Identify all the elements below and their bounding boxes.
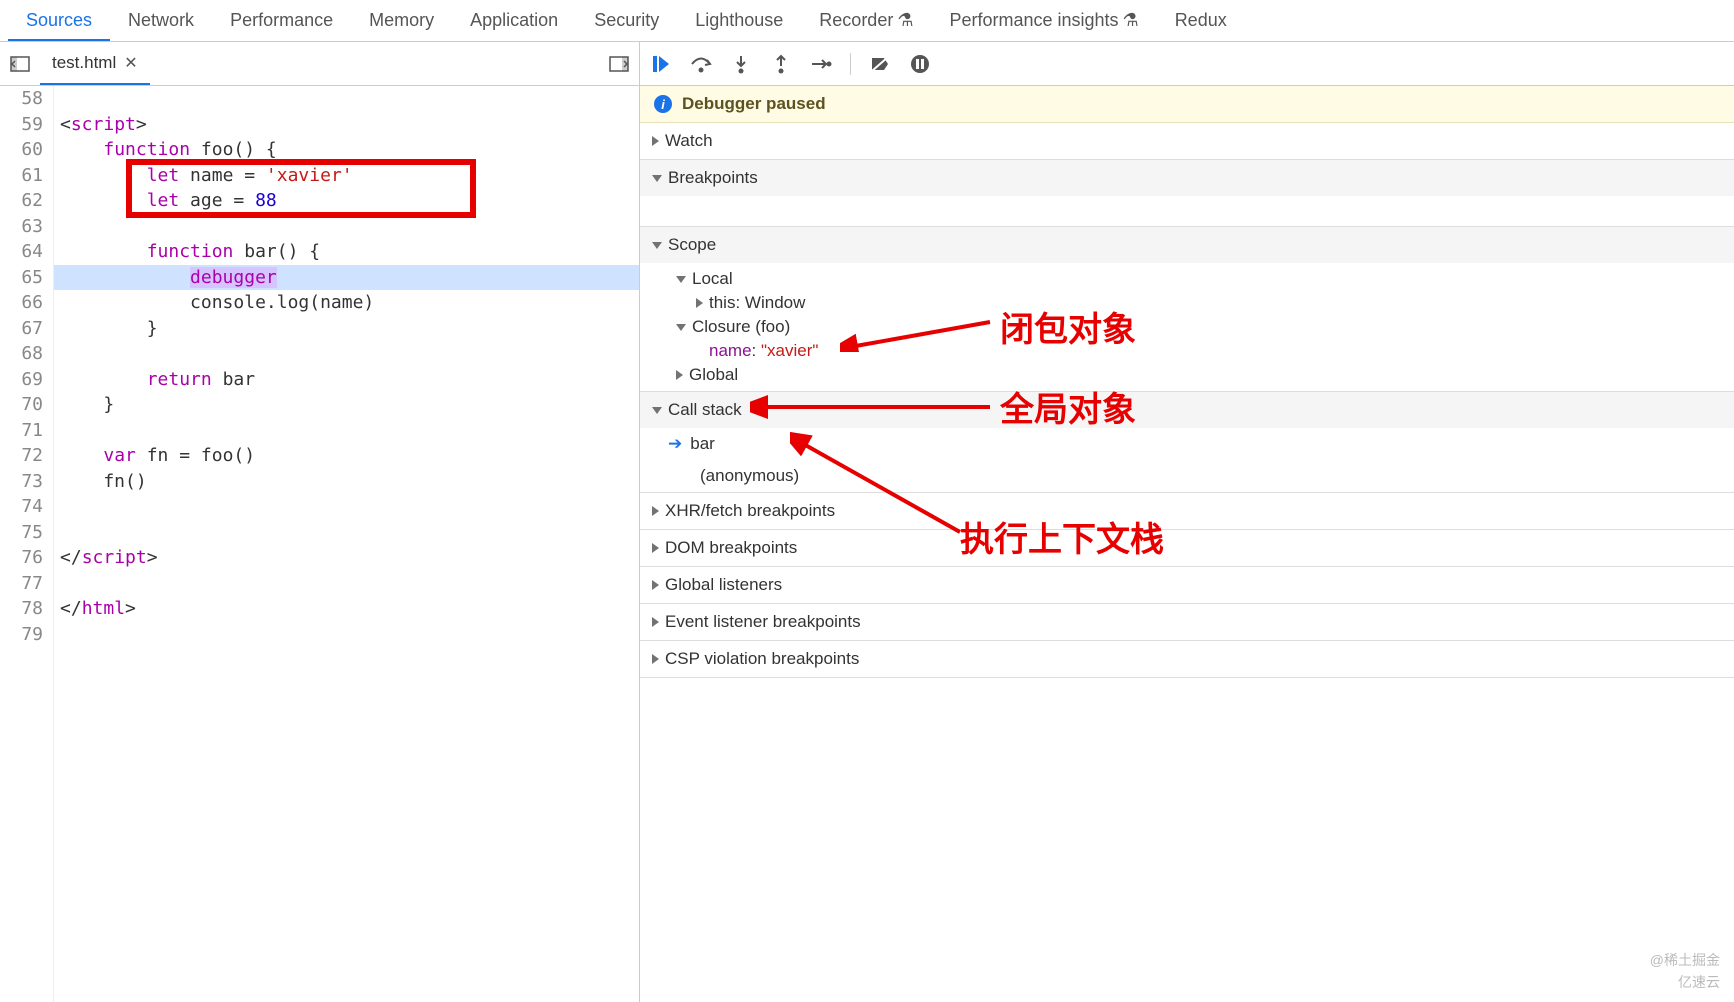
tab-network[interactable]: Network	[110, 0, 212, 41]
beaker-icon: ⚗	[1123, 10, 1139, 31]
watch-panel-header[interactable]: Watch	[640, 123, 1734, 159]
tab-performance-insights[interactable]: Performance insights⚗	[931, 0, 1156, 41]
tab-redux[interactable]: Redux	[1157, 0, 1245, 41]
callstack-panel-header[interactable]: Call stack	[640, 392, 1734, 428]
tab-application[interactable]: Application	[452, 0, 576, 41]
scope-closure[interactable]: Closure (foo)	[668, 315, 1722, 339]
resume-icon[interactable]	[650, 53, 672, 75]
step-out-icon[interactable]	[770, 53, 792, 75]
debugger-pane: i Debugger paused Watch Breakpoints Scop…	[640, 42, 1734, 1002]
scope-panel-header[interactable]: Scope	[640, 227, 1734, 263]
tab-sources[interactable]: Sources	[8, 0, 110, 41]
devtools-tabs: Sources Network Performance Memory Appli…	[0, 0, 1734, 42]
toggle-navigator-icon[interactable]	[6, 50, 34, 78]
source-pane: test.html ✕ 5859606162636465666768697071…	[0, 42, 640, 1002]
step-into-icon[interactable]	[730, 53, 752, 75]
watermark-1: @稀土掘金	[1650, 950, 1720, 970]
scope-global[interactable]: Global	[668, 363, 1722, 387]
csp-panel-header[interactable]: CSP violation breakpoints	[640, 641, 1734, 677]
dom-panel-header[interactable]: DOM breakpoints	[640, 530, 1734, 566]
line-gutter: 5859606162636465666768697071727374757677…	[0, 86, 54, 1002]
pause-exceptions-icon[interactable]	[909, 53, 931, 75]
step-over-icon[interactable]	[690, 53, 712, 75]
toggle-debugger-icon[interactable]	[605, 50, 633, 78]
code-editor[interactable]: 5859606162636465666768697071727374757677…	[0, 86, 639, 1002]
paused-label: Debugger paused	[682, 94, 826, 114]
tab-security[interactable]: Security	[576, 0, 677, 41]
tab-performance[interactable]: Performance	[212, 0, 351, 41]
file-bar: test.html ✕	[0, 42, 639, 86]
step-icon[interactable]	[810, 53, 832, 75]
close-icon[interactable]: ✕	[124, 53, 137, 73]
callstack-bar[interactable]: ➔bar	[640, 428, 1734, 460]
tab-recorder[interactable]: Recorder⚗	[801, 0, 931, 41]
deactivate-breakpoints-icon[interactable]	[869, 53, 891, 75]
tab-memory[interactable]: Memory	[351, 0, 452, 41]
current-frame-icon: ➔	[668, 434, 682, 454]
watermark-2: 亿速云	[1678, 972, 1720, 992]
info-icon: i	[654, 95, 672, 113]
scope-local[interactable]: Local	[668, 267, 1722, 291]
debugger-toolbar	[640, 42, 1734, 86]
file-tab[interactable]: test.html ✕	[40, 42, 150, 85]
callstack-anonymous[interactable]: (anonymous)	[640, 460, 1734, 492]
event-listener-panel-header[interactable]: Event listener breakpoints	[640, 604, 1734, 640]
scope-closure-name[interactable]: name: "xavier"	[668, 339, 1722, 363]
paused-banner: i Debugger paused	[640, 86, 1734, 123]
beaker-icon: ⚗	[897, 10, 913, 31]
global-listeners-panel-header[interactable]: Global listeners	[640, 567, 1734, 603]
code-content[interactable]: <script> function foo() { let name = 'xa…	[54, 86, 639, 1002]
breakpoints-panel-header[interactable]: Breakpoints	[640, 160, 1734, 196]
xhr-panel-header[interactable]: XHR/fetch breakpoints	[640, 493, 1734, 529]
tab-lighthouse[interactable]: Lighthouse	[677, 0, 801, 41]
scope-this[interactable]: this: Window	[668, 291, 1722, 315]
file-name: test.html	[52, 53, 116, 73]
